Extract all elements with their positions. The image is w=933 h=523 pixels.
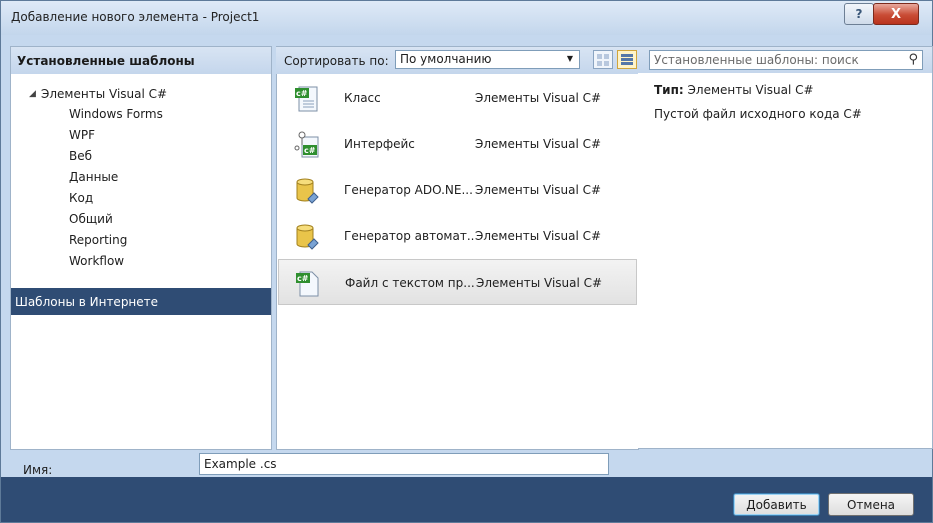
database-generator-icon	[296, 224, 319, 250]
small-icons-view-button[interactable]	[593, 50, 613, 69]
templates-toolbar: Сортировать по: По умолчанию ▼ Установле…	[276, 46, 933, 74]
template-name: Интерфейс	[344, 137, 415, 151]
cancel-button[interactable]: Отмена	[828, 493, 914, 516]
template-info-panel: Тип: Элементы Visual C# Пустой файл исхо…	[638, 73, 933, 449]
template-row-code-file[interactable]: c# Файл с текстом пр... Элементы Visual …	[278, 259, 637, 305]
tree-item-workflow[interactable]: Workflow	[11, 251, 271, 272]
svg-text:c#: c#	[296, 89, 308, 98]
template-category: Элементы Visual C#	[475, 137, 602, 151]
chevron-down-icon: ▼	[566, 54, 573, 63]
tree-item-code[interactable]: Код	[11, 188, 271, 209]
csharp-interface-icon: c#	[294, 131, 319, 158]
name-input[interactable]: Example .cs	[199, 453, 609, 475]
template-list: c# Класс Элементы Visual C# c# Интерфейс…	[278, 75, 637, 305]
sort-select[interactable]: По умолчанию ▼	[395, 50, 580, 69]
template-category: Элементы Visual C#	[475, 229, 602, 243]
add-new-item-dialog: Добавление нового элемента - Project1 ? …	[0, 0, 933, 523]
tree-item-data[interactable]: Данные	[11, 167, 271, 188]
template-name: Файл с текстом пр...	[345, 276, 475, 290]
templates-list-panel: c# Класс Элементы Visual C# c# Интерфейс…	[276, 46, 639, 450]
template-description: Пустой файл исходного кода C#	[654, 107, 862, 121]
expand-triangle-icon[interactable]: ◢	[29, 89, 41, 99]
template-name: Генератор ADO.NE...	[344, 183, 473, 197]
csharp-file-icon: c#	[296, 271, 319, 297]
add-button[interactable]: Добавить	[733, 493, 820, 516]
template-category: Элементы Visual C#	[475, 183, 602, 197]
svg-text:c#: c#	[297, 274, 309, 283]
svg-text:c#: c#	[304, 146, 316, 155]
name-label: Имя:	[23, 463, 53, 477]
tree-node-visual-csharp[interactable]: ◢ Элементы Visual C#	[11, 84, 271, 104]
tree-item-general[interactable]: Общий	[11, 209, 271, 230]
dialog-footer: Добавить Отмена	[1, 477, 932, 522]
template-row-class[interactable]: c# Класс Элементы Visual C#	[278, 75, 637, 121]
installed-templates-header[interactable]: Установленные шаблоны	[11, 47, 271, 74]
tree-item-reporting[interactable]: Reporting	[11, 230, 271, 251]
template-name: Генератор автомат...	[344, 229, 474, 243]
search-icon[interactable]: ⚲	[908, 52, 918, 67]
database-generator-icon	[296, 178, 319, 204]
tree-item-wpf[interactable]: WPF	[11, 125, 271, 146]
template-name: Класс	[344, 91, 381, 105]
template-tree: ◢ Элементы Visual C# Windows Forms WPF В…	[11, 74, 271, 272]
template-row-ado-generator[interactable]: Генератор ADO.NE... Элементы Visual C#	[278, 167, 637, 213]
template-row-auto-generator[interactable]: Генератор автомат... Элементы Visual C#	[278, 213, 637, 259]
search-placeholder: Установленные шаблоны: поиск	[654, 53, 859, 67]
close-button[interactable]: X	[873, 3, 919, 25]
sort-label: Сортировать по:	[284, 54, 389, 68]
list-view-icon	[621, 54, 633, 65]
grid-view-icon	[597, 54, 609, 66]
template-category: Элементы Visual C#	[475, 91, 602, 105]
template-category: Элементы Visual C#	[476, 276, 603, 290]
title-bar[interactable]: Добавление нового элемента - Project1 ? …	[1, 1, 932, 35]
template-row-interface[interactable]: c# Интерфейс Элементы Visual C#	[278, 121, 637, 167]
csharp-class-icon: c#	[295, 86, 318, 112]
help-button[interactable]: ?	[844, 3, 874, 25]
type-label: Тип:	[654, 83, 684, 97]
tree-node-label: Элементы Visual C#	[41, 87, 168, 101]
online-templates-header[interactable]: Шаблоны в Интернете	[11, 288, 271, 315]
sort-select-value: По умолчанию	[400, 52, 492, 66]
type-value: Элементы Visual C#	[687, 83, 814, 97]
installed-templates-panel: Установленные шаблоны ◢ Элементы Visual …	[10, 46, 272, 450]
list-view-button[interactable]	[617, 50, 637, 69]
tree-item-windows-forms[interactable]: Windows Forms	[11, 104, 271, 125]
window-title: Добавление нового элемента - Project1	[11, 10, 260, 24]
search-input[interactable]: Установленные шаблоны: поиск ⚲	[649, 50, 923, 70]
tree-item-web[interactable]: Веб	[11, 146, 271, 167]
template-type: Тип: Элементы Visual C#	[654, 83, 814, 97]
